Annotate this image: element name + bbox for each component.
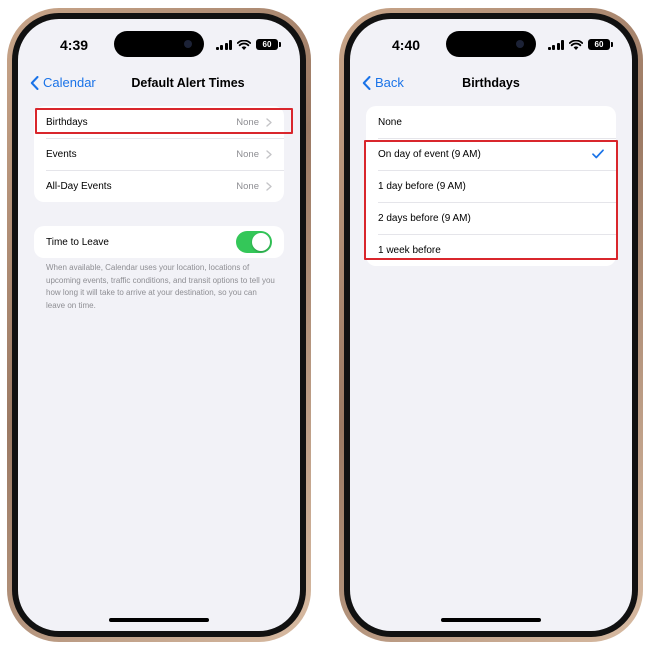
chevron-right-icon xyxy=(266,149,272,159)
time-to-leave-toggle[interactable] xyxy=(236,231,272,253)
row-birthdays[interactable]: Birthdays None xyxy=(34,106,284,138)
home-indicator[interactable] xyxy=(109,618,209,622)
page-title: Birthdays xyxy=(462,76,520,90)
row-label: Time to Leave xyxy=(46,236,109,248)
checkmark-icon xyxy=(592,149,604,159)
row-label: Birthdays xyxy=(46,116,88,128)
wifi-icon xyxy=(237,39,251,50)
status-time: 4:39 xyxy=(60,37,89,53)
cellular-signal-icon xyxy=(215,39,232,50)
navigation-bar: Back Birthdays xyxy=(350,75,632,95)
chevron-right-icon xyxy=(266,117,272,127)
screen-default-alert-times: 4:39 60 Calendar Default Alert Times Bir… xyxy=(18,19,300,631)
row-time-to-leave: Time to Leave xyxy=(34,226,284,258)
row-value: None xyxy=(236,149,272,160)
screen-birthdays: 4:40 60 Back Birthdays None On day of ev… xyxy=(350,19,632,631)
home-indicator[interactable] xyxy=(441,618,541,622)
wifi-icon xyxy=(569,39,583,50)
row-value: None xyxy=(236,181,272,192)
alert-times-group: Birthdays None Events None All-Day Event… xyxy=(34,106,284,202)
battery-icon: 60 xyxy=(256,39,281,50)
status-bar: 4:40 60 xyxy=(350,37,632,53)
right-phone: 4:40 60 Back Birthdays None On day of ev… xyxy=(339,8,643,642)
chevron-right-icon xyxy=(266,181,272,191)
row-events[interactable]: Events None xyxy=(34,138,284,170)
option-label: 2 days before (9 AM) xyxy=(378,212,471,224)
option-1-day-before[interactable]: 1 day before (9 AM) xyxy=(366,170,616,202)
option-1-week-before[interactable]: 1 week before xyxy=(366,234,616,266)
phone-bezel: 4:39 60 Calendar Default Alert Times Bir… xyxy=(12,13,306,637)
option-on-day-of-event[interactable]: On day of event (9 AM) xyxy=(366,138,616,170)
status-icons: 60 xyxy=(547,39,613,50)
value-text: None xyxy=(236,180,259,192)
left-phone: 4:39 60 Calendar Default Alert Times Bir… xyxy=(7,8,311,642)
option-none[interactable]: None xyxy=(366,106,616,138)
option-label: None xyxy=(378,116,402,128)
status-bar: 4:39 60 xyxy=(18,37,300,53)
option-label: On day of event (9 AM) xyxy=(378,148,481,160)
page-title: Default Alert Times xyxy=(131,76,245,90)
chevron-left-icon xyxy=(30,75,39,90)
birthday-alert-options: None On day of event (9 AM) 1 day before… xyxy=(366,106,616,266)
row-all-day-events[interactable]: All-Day Events None xyxy=(34,170,284,202)
status-time: 4:40 xyxy=(392,37,421,53)
value-text: None xyxy=(236,116,259,128)
row-label: Events xyxy=(46,148,77,160)
phone-bezel: 4:40 60 Back Birthdays None On day of ev… xyxy=(344,13,638,637)
row-value: None xyxy=(236,117,272,128)
navigation-bar: Calendar Default Alert Times xyxy=(18,75,300,95)
row-label: All-Day Events xyxy=(46,180,112,192)
status-icons: 60 xyxy=(215,39,281,50)
cellular-signal-icon xyxy=(547,39,564,50)
value-text: None xyxy=(236,148,259,160)
option-label: 1 week before xyxy=(378,244,441,256)
battery-icon: 60 xyxy=(588,39,613,50)
time-to-leave-footnote: When available, Calendar uses your locat… xyxy=(46,263,275,310)
option-2-days-before[interactable]: 2 days before (9 AM) xyxy=(366,202,616,234)
option-label: 1 day before (9 AM) xyxy=(378,180,466,192)
time-to-leave-group: Time to Leave xyxy=(34,226,284,258)
